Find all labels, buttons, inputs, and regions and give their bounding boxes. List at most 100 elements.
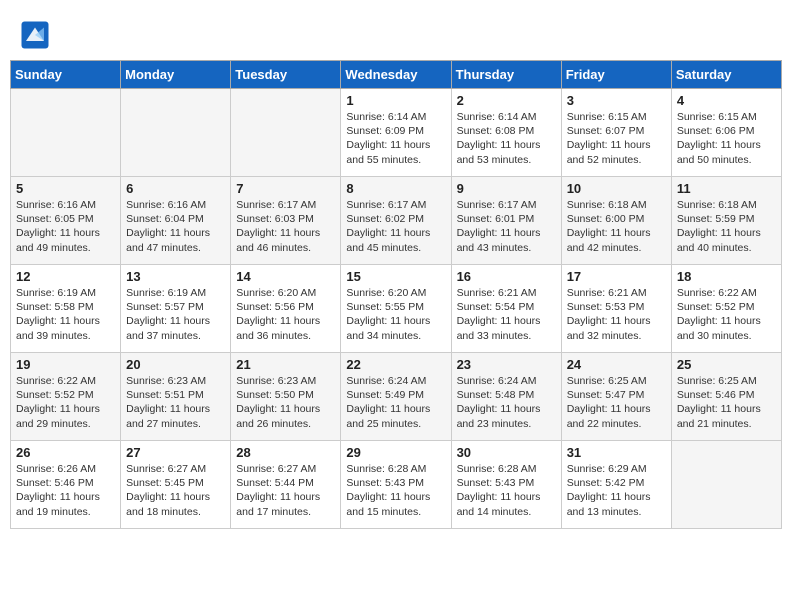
day-number: 1 <box>346 93 445 108</box>
day-info: Sunrise: 6:22 AMSunset: 5:52 PMDaylight:… <box>677 286 776 343</box>
day-number: 31 <box>567 445 666 460</box>
day-info: Sunrise: 6:17 AMSunset: 6:02 PMDaylight:… <box>346 198 445 255</box>
calendar-cell: 20Sunrise: 6:23 AMSunset: 5:51 PMDayligh… <box>121 353 231 441</box>
calendar-cell <box>11 89 121 177</box>
calendar-cell: 31 Sunrise: 6:29 AMSunset: 5:42 PMDayligh… <box>561 441 671 529</box>
day-info: Sunrise: 6:16 AMSunset: 6:05 PMDaylight:… <box>16 198 115 255</box>
day-info: Sunrise: 6:14 AMSunset: 6:09 PMDaylight:… <box>346 110 445 167</box>
weekday-header-row: SundayMondayTuesdayWednesdayThursdayFrid… <box>11 61 782 89</box>
day-info: Sunrise: 6:19 AMSunset: 5:57 PMDaylight:… <box>126 286 225 343</box>
calendar-cell: 23 Sunrise: 6:24 AMSunset: 5:48 PMDayligh… <box>451 353 561 441</box>
day-number: 19 <box>16 357 115 372</box>
day-info: Sunrise: 6:26 AMSunset: 5:46 PMDaylight:… <box>16 462 115 519</box>
day-number: 4 <box>677 93 776 108</box>
day-info: Sunrise: 6:16 AMSunset: 6:04 PMDaylight:… <box>126 198 225 255</box>
weekday-header-wednesday: Wednesday <box>341 61 451 89</box>
calendar-cell: 30 Sunrise: 6:28 AMSunset: 5:43 PMDayligh… <box>451 441 561 529</box>
calendar-cell: 29 Sunrise: 6:28 AMSunset: 5:43 PMDayligh… <box>341 441 451 529</box>
day-number: 21 <box>236 357 335 372</box>
day-number: 7 <box>236 181 335 196</box>
calendar-cell <box>671 441 781 529</box>
day-number: 15 <box>346 269 445 284</box>
day-number: 30 <box>457 445 556 460</box>
weekday-header-monday: Monday <box>121 61 231 89</box>
calendar-cell: 15Sunrise: 6:20 AMSunset: 5:55 PMDayligh… <box>341 265 451 353</box>
day-info: Sunrise: 6:17 AMSunset: 6:03 PMDaylight:… <box>236 198 335 255</box>
day-number: 16 <box>457 269 556 284</box>
day-number: 25 <box>677 357 776 372</box>
day-number: 27 <box>126 445 225 460</box>
day-number: 29 <box>346 445 445 460</box>
day-number: 20 <box>126 357 225 372</box>
day-number: 22 <box>346 357 445 372</box>
day-info: Sunrise: 6:20 AMSunset: 5:56 PMDaylight:… <box>236 286 335 343</box>
day-number: 17 <box>567 269 666 284</box>
day-number: 23 <box>457 357 556 372</box>
calendar-cell: 26 Sunrise: 6:26 AMSunset: 5:46 PMDayligh… <box>11 441 121 529</box>
calendar-cell: 12 Sunrise: 6:19 AMSunset: 5:58 PMDayligh… <box>11 265 121 353</box>
day-number: 6 <box>126 181 225 196</box>
weekday-header-tuesday: Tuesday <box>231 61 341 89</box>
weekday-header-thursday: Thursday <box>451 61 561 89</box>
weekday-header-saturday: Saturday <box>671 61 781 89</box>
day-info: Sunrise: 6:28 AMSunset: 5:43 PMDaylight:… <box>457 462 556 519</box>
day-info: Sunrise: 6:19 AMSunset: 5:58 PMDaylight:… <box>16 286 115 343</box>
calendar-cell <box>231 89 341 177</box>
calendar-cell: 2 Sunrise: 6:14 AMSunset: 6:08 PMDaylight… <box>451 89 561 177</box>
day-number: 26 <box>16 445 115 460</box>
calendar-week-row: 26 Sunrise: 6:26 AMSunset: 5:46 PMDayligh… <box>11 441 782 529</box>
calendar-cell: 8Sunrise: 6:17 AMSunset: 6:02 PMDaylight… <box>341 177 451 265</box>
calendar-cell: 28 Sunrise: 6:27 AMSunset: 5:44 PMDayligh… <box>231 441 341 529</box>
calendar-cell: 16Sunrise: 6:21 AMSunset: 5:54 PMDayligh… <box>451 265 561 353</box>
day-number: 18 <box>677 269 776 284</box>
weekday-header-sunday: Sunday <box>11 61 121 89</box>
day-info: Sunrise: 6:24 AMSunset: 5:48 PMDaylight:… <box>457 374 556 431</box>
day-info: Sunrise: 6:29 AMSunset: 5:42 PMDaylight:… <box>567 462 666 519</box>
day-number: 3 <box>567 93 666 108</box>
day-number: 12 <box>16 269 115 284</box>
calendar-cell: 4 Sunrise: 6:15 AMSunset: 6:06 PMDaylight… <box>671 89 781 177</box>
day-number: 10 <box>567 181 666 196</box>
day-info: Sunrise: 6:18 AMSunset: 6:00 PMDaylight:… <box>567 198 666 255</box>
calendar-cell: 7 Sunrise: 6:17 AMSunset: 6:03 PMDaylight… <box>231 177 341 265</box>
weekday-header-friday: Friday <box>561 61 671 89</box>
calendar-cell: 21 Sunrise: 6:23 AMSunset: 5:50 PMDayligh… <box>231 353 341 441</box>
calendar-cell: 14 Sunrise: 6:20 AMSunset: 5:56 PMDayligh… <box>231 265 341 353</box>
logo <box>20 20 54 50</box>
day-info: Sunrise: 6:27 AMSunset: 5:45 PMDaylight:… <box>126 462 225 519</box>
day-info: Sunrise: 6:21 AMSunset: 5:53 PMDaylight:… <box>567 286 666 343</box>
calendar-cell <box>121 89 231 177</box>
day-info: Sunrise: 6:28 AMSunset: 5:43 PMDaylight:… <box>346 462 445 519</box>
day-info: Sunrise: 6:24 AMSunset: 5:49 PMDaylight:… <box>346 374 445 431</box>
day-number: 13 <box>126 269 225 284</box>
calendar-cell: 25Sunrise: 6:25 AMSunset: 5:46 PMDayligh… <box>671 353 781 441</box>
logo-icon <box>20 20 50 50</box>
calendar-cell: 22 Sunrise: 6:24 AMSunset: 5:49 PMDayligh… <box>341 353 451 441</box>
day-number: 28 <box>236 445 335 460</box>
day-number: 11 <box>677 181 776 196</box>
day-number: 2 <box>457 93 556 108</box>
day-number: 5 <box>16 181 115 196</box>
day-info: Sunrise: 6:14 AMSunset: 6:08 PMDaylight:… <box>457 110 556 167</box>
calendar-cell: 6 Sunrise: 6:16 AMSunset: 6:04 PMDaylight… <box>121 177 231 265</box>
calendar-cell: 11 Sunrise: 6:18 AMSunset: 5:59 PMDayligh… <box>671 177 781 265</box>
day-info: Sunrise: 6:27 AMSunset: 5:44 PMDaylight:… <box>236 462 335 519</box>
calendar-cell: 1 Sunrise: 6:14 AMSunset: 6:09 PMDaylight… <box>341 89 451 177</box>
calendar-week-row: 12 Sunrise: 6:19 AMSunset: 5:58 PMDayligh… <box>11 265 782 353</box>
calendar-cell: 5 Sunrise: 6:16 AMSunset: 6:05 PMDaylight… <box>11 177 121 265</box>
day-number: 14 <box>236 269 335 284</box>
calendar-cell: 18 Sunrise: 6:22 AMSunset: 5:52 PMDayligh… <box>671 265 781 353</box>
calendar-week-row: 19Sunrise: 6:22 AMSunset: 5:52 PMDayligh… <box>11 353 782 441</box>
calendar-cell: 19Sunrise: 6:22 AMSunset: 5:52 PMDayligh… <box>11 353 121 441</box>
calendar-cell: 13 Sunrise: 6:19 AMSunset: 5:57 PMDayligh… <box>121 265 231 353</box>
calendar-cell: 17 Sunrise: 6:21 AMSunset: 5:53 PMDayligh… <box>561 265 671 353</box>
day-info: Sunrise: 6:15 AMSunset: 6:06 PMDaylight:… <box>677 110 776 167</box>
calendar-cell: 10 Sunrise: 6:18 AMSunset: 6:00 PMDayligh… <box>561 177 671 265</box>
calendar-week-row: 1 Sunrise: 6:14 AMSunset: 6:09 PMDaylight… <box>11 89 782 177</box>
day-info: Sunrise: 6:18 AMSunset: 5:59 PMDaylight:… <box>677 198 776 255</box>
day-info: Sunrise: 6:17 AMSunset: 6:01 PMDaylight:… <box>457 198 556 255</box>
calendar-cell: 24Sunrise: 6:25 AMSunset: 5:47 PMDayligh… <box>561 353 671 441</box>
calendar-table: SundayMondayTuesdayWednesdayThursdayFrid… <box>10 60 782 529</box>
calendar-cell: 27 Sunrise: 6:27 AMSunset: 5:45 PMDayligh… <box>121 441 231 529</box>
day-info: Sunrise: 6:23 AMSunset: 5:50 PMDaylight:… <box>236 374 335 431</box>
